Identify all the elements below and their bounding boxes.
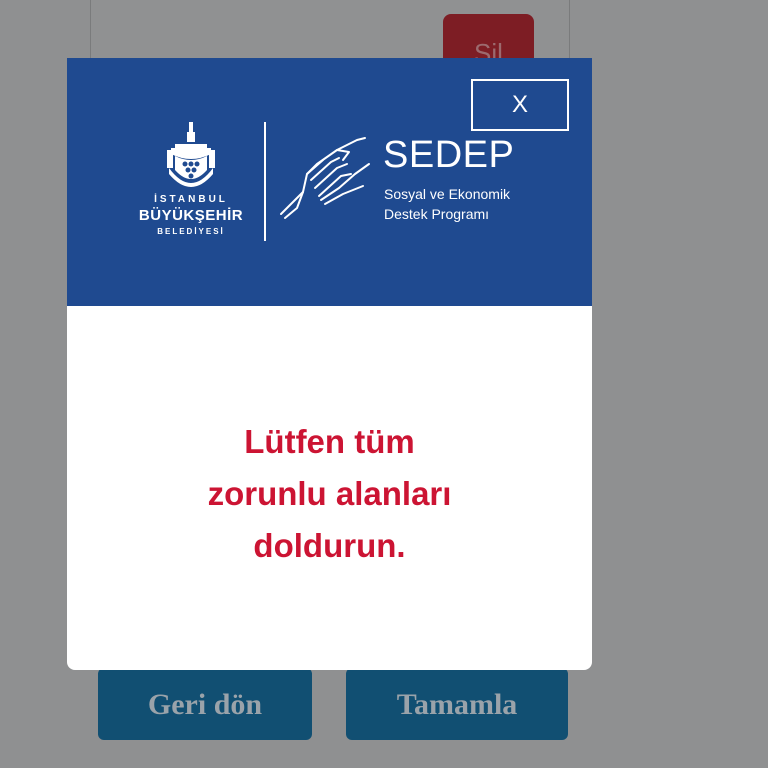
close-icon[interactable]: X xyxy=(512,91,528,118)
logo-divider xyxy=(264,122,266,241)
ibb-emblem-icon xyxy=(167,122,215,187)
complete-button[interactable]: Tamamla xyxy=(346,668,568,740)
error-message-line2: zorunlu alanları xyxy=(207,475,452,512)
modal-header: X İSTANBUL BÜYÜKŞEHİR BELEDİYESİ SEDEP S… xyxy=(67,58,592,306)
program-subtitle-line2: Destek Programı xyxy=(384,206,490,222)
error-message: Lütfen tüm zorunlu alanları doldurun. xyxy=(67,416,592,572)
municipality-line3: BELEDİYESİ xyxy=(157,227,225,236)
municipality-line1: İSTANBUL xyxy=(154,194,228,205)
back-button[interactable]: Geri dön xyxy=(98,668,312,740)
background-strip xyxy=(0,740,768,768)
hands-icon xyxy=(280,137,370,219)
alert-modal: X İSTANBUL BÜYÜKŞEHİR BELEDİYESİ SEDEP S… xyxy=(67,58,592,670)
program-subtitle: Sosyal ve Ekonomik Destek Programı xyxy=(384,184,510,224)
program-subtitle-line1: Sosyal ve Ekonomik xyxy=(384,186,511,202)
municipality-line2: BÜYÜKŞEHİR xyxy=(138,207,244,224)
program-title: SEDEP xyxy=(383,134,515,176)
error-message-line1: Lütfen tüm xyxy=(244,423,415,460)
ibb-logo: İSTANBUL BÜYÜKŞEHİR BELEDİYESİ xyxy=(129,120,253,244)
error-message-line3: doldurun. xyxy=(253,527,406,564)
close-button[interactable]: X xyxy=(471,79,569,131)
